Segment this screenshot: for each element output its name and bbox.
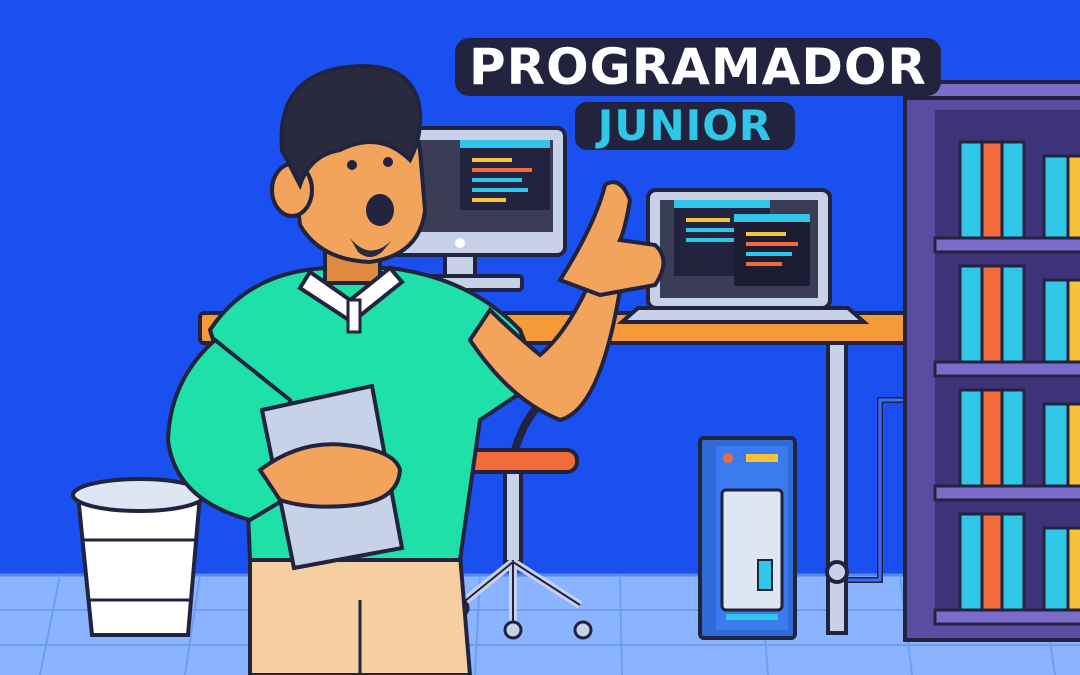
bookshelf-icon [903, 80, 1080, 642]
trash-bin-icon [71, 477, 207, 637]
computer-tower-icon [698, 436, 797, 640]
title-programador: PROGRAMADOR [455, 38, 941, 96]
illustration-scene: PROGRAMADOR JUNIOR [0, 0, 1080, 675]
title-block: PROGRAMADOR JUNIOR [455, 38, 941, 150]
title-junior: JUNIOR [575, 102, 795, 150]
